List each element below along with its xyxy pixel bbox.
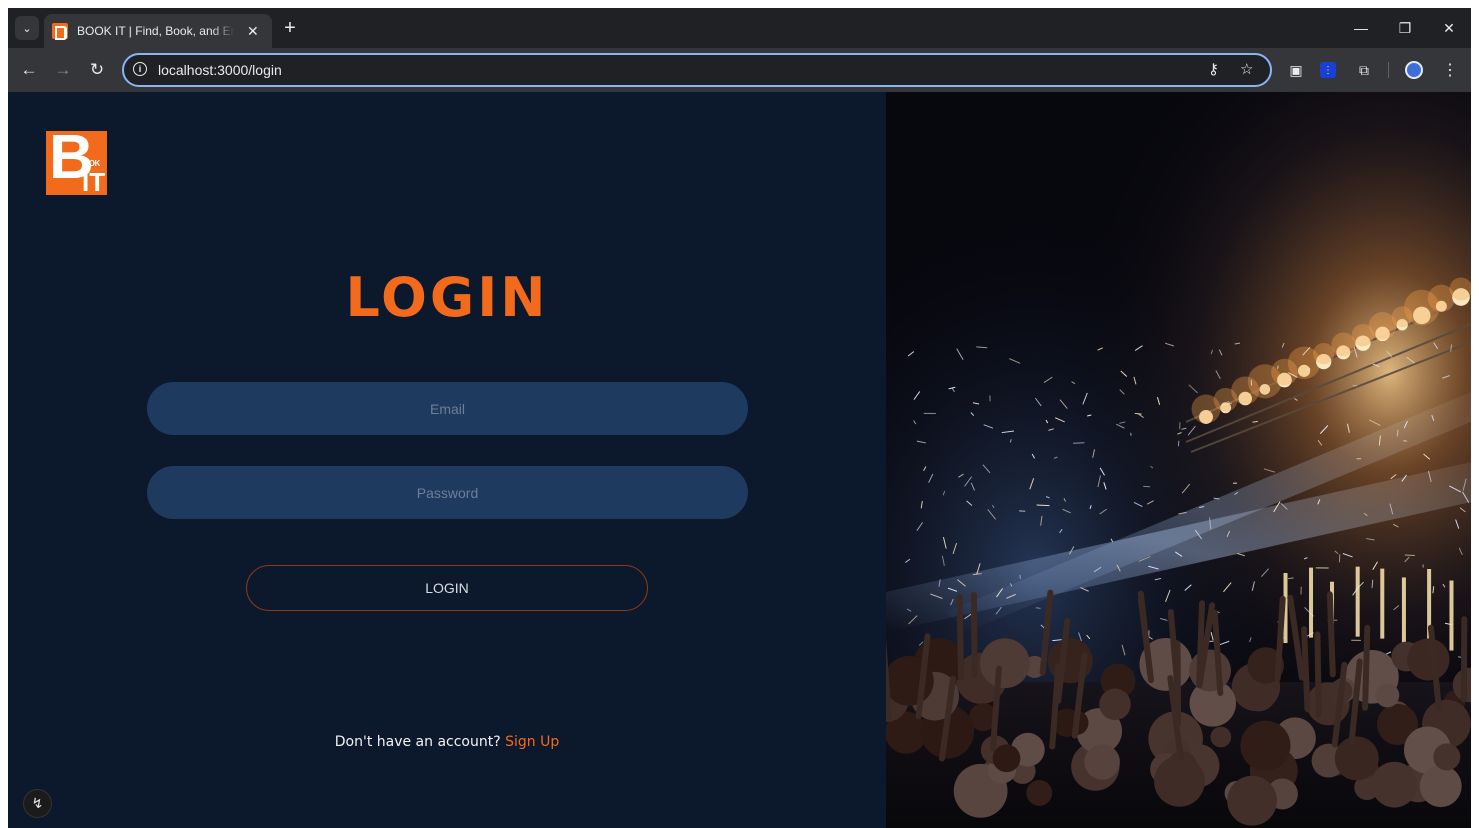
favicon-icon [52,23,68,40]
close-window-button[interactable]: ✕ [1427,8,1471,48]
pyro-column [1355,566,1360,637]
stage-flame [1331,332,1356,357]
signup-link[interactable]: Sign Up [505,734,559,750]
login-button[interactable]: LOGIN [246,565,648,611]
crowd-head [1375,683,1400,708]
crowd-head [1433,743,1461,771]
confetti-streak [1396,429,1399,437]
crowd-head [1099,688,1131,721]
crowd-head [979,638,1030,689]
reload-icon: ↻ [89,60,105,79]
tab-strip: ⌄ BOOK IT | Find, Book, and Enjoy ✕ + — … [8,8,1471,48]
key-icon[interactable]: ⚷ [1208,60,1219,78]
new-tab-button[interactable]: + [278,16,302,40]
email-field[interactable] [147,382,748,435]
camera-icon[interactable]: ▣ [1286,60,1306,80]
pyro-column [1309,567,1314,638]
raised-arm [970,592,978,679]
raised-arm [1174,640,1182,727]
crowd-head [992,744,1021,773]
page-viewport: B OOK IT LOGIN LOGIN Don't have an accou… [8,92,1471,828]
extension-icon[interactable]: ⋮ [1320,62,1336,78]
raised-arm [1362,624,1371,711]
close-icon: ✕ [1443,19,1455,36]
confetti-streak [1371,579,1374,589]
restore-button[interactable]: ❐ [1383,8,1427,48]
signup-text: Don't have an account? [334,734,501,750]
browser-tab[interactable]: BOOK IT | Find, Book, and Enjoy ✕ [44,14,272,48]
crowd-head [1084,744,1120,780]
back-button[interactable]: ← [16,57,42,83]
toolbar-divider [1388,62,1389,78]
tab-search-button[interactable]: ⌄ [15,16,39,40]
crowd-head [1210,726,1232,748]
url-text: localhost:3000/login [158,62,282,78]
login-panel: B OOK IT LOGIN LOGIN Don't have an accou… [8,92,886,828]
close-icon[interactable]: ✕ [247,23,259,40]
raised-arm [1301,626,1311,713]
crowd-head [1189,649,1231,692]
crowd-head [1154,755,1205,807]
browser-window: ⌄ BOOK IT | Find, Book, and Enjoy ✕ + — … [8,8,1471,828]
confetti-streak [1036,504,1050,507]
reload-button[interactable]: ↻ [84,57,110,83]
minimize-icon: — [1354,20,1368,36]
crowd-head [1240,720,1291,771]
confetti-streak [1134,412,1142,415]
chevron-down-icon: ⌄ [22,22,32,35]
pyro-column [1401,577,1406,648]
raised-arm [1314,631,1322,718]
confetti-streak [1073,442,1085,444]
pyro-column [1380,568,1385,639]
confetti-streak [1277,365,1279,369]
confetti-streak [1019,574,1021,580]
confetti-streak [1403,440,1408,442]
pyro-column [1449,580,1454,651]
window-controls: — ❐ ✕ [1339,8,1471,48]
puzzle-icon[interactable]: ⧉ [1354,60,1374,80]
crowd-head [1026,779,1053,806]
restore-icon: ❐ [1398,19,1412,36]
info-icon[interactable]: i [133,62,147,76]
confetti-streak [1035,607,1041,609]
stage-flame [1313,343,1335,365]
more-vertical-icon[interactable]: ⋮ [1440,60,1460,80]
crowd-head [1419,765,1462,808]
address-bar[interactable]: i localhost:3000/login ⚷ ☆ [122,53,1272,87]
concert-crowd-image [886,92,1471,828]
raised-arm [956,594,965,681]
arrow-left-icon: ← [20,60,38,79]
avatar-icon[interactable] [1405,61,1423,79]
forward-button[interactable]: → [50,57,76,83]
signup-prompt: Don't have an account? Sign Up [8,734,886,750]
crowd-head [1227,775,1278,826]
page-title: LOGIN [345,266,549,329]
tab-title: BOOK IT | Find, Book, and Enjoy [77,24,235,38]
crowd-head [1334,736,1379,781]
arrow-right-icon: → [54,60,72,79]
minimize-button[interactable]: — [1339,8,1383,48]
star-icon[interactable]: ☆ [1240,60,1253,78]
crowd-head [1407,638,1450,681]
plus-icon: + [284,16,296,39]
hero-image [886,92,1471,828]
password-field[interactable] [147,466,748,519]
raised-arm [1326,591,1336,678]
book-it-logo[interactable]: B OOK IT [46,127,107,195]
dev-tools-icon[interactable]: ↯ [23,789,52,818]
browser-toolbar: ← → ↻ i localhost:3000/login ⚷ ☆ ▣ ⋮ ⧉ ⋮ [8,48,1471,92]
